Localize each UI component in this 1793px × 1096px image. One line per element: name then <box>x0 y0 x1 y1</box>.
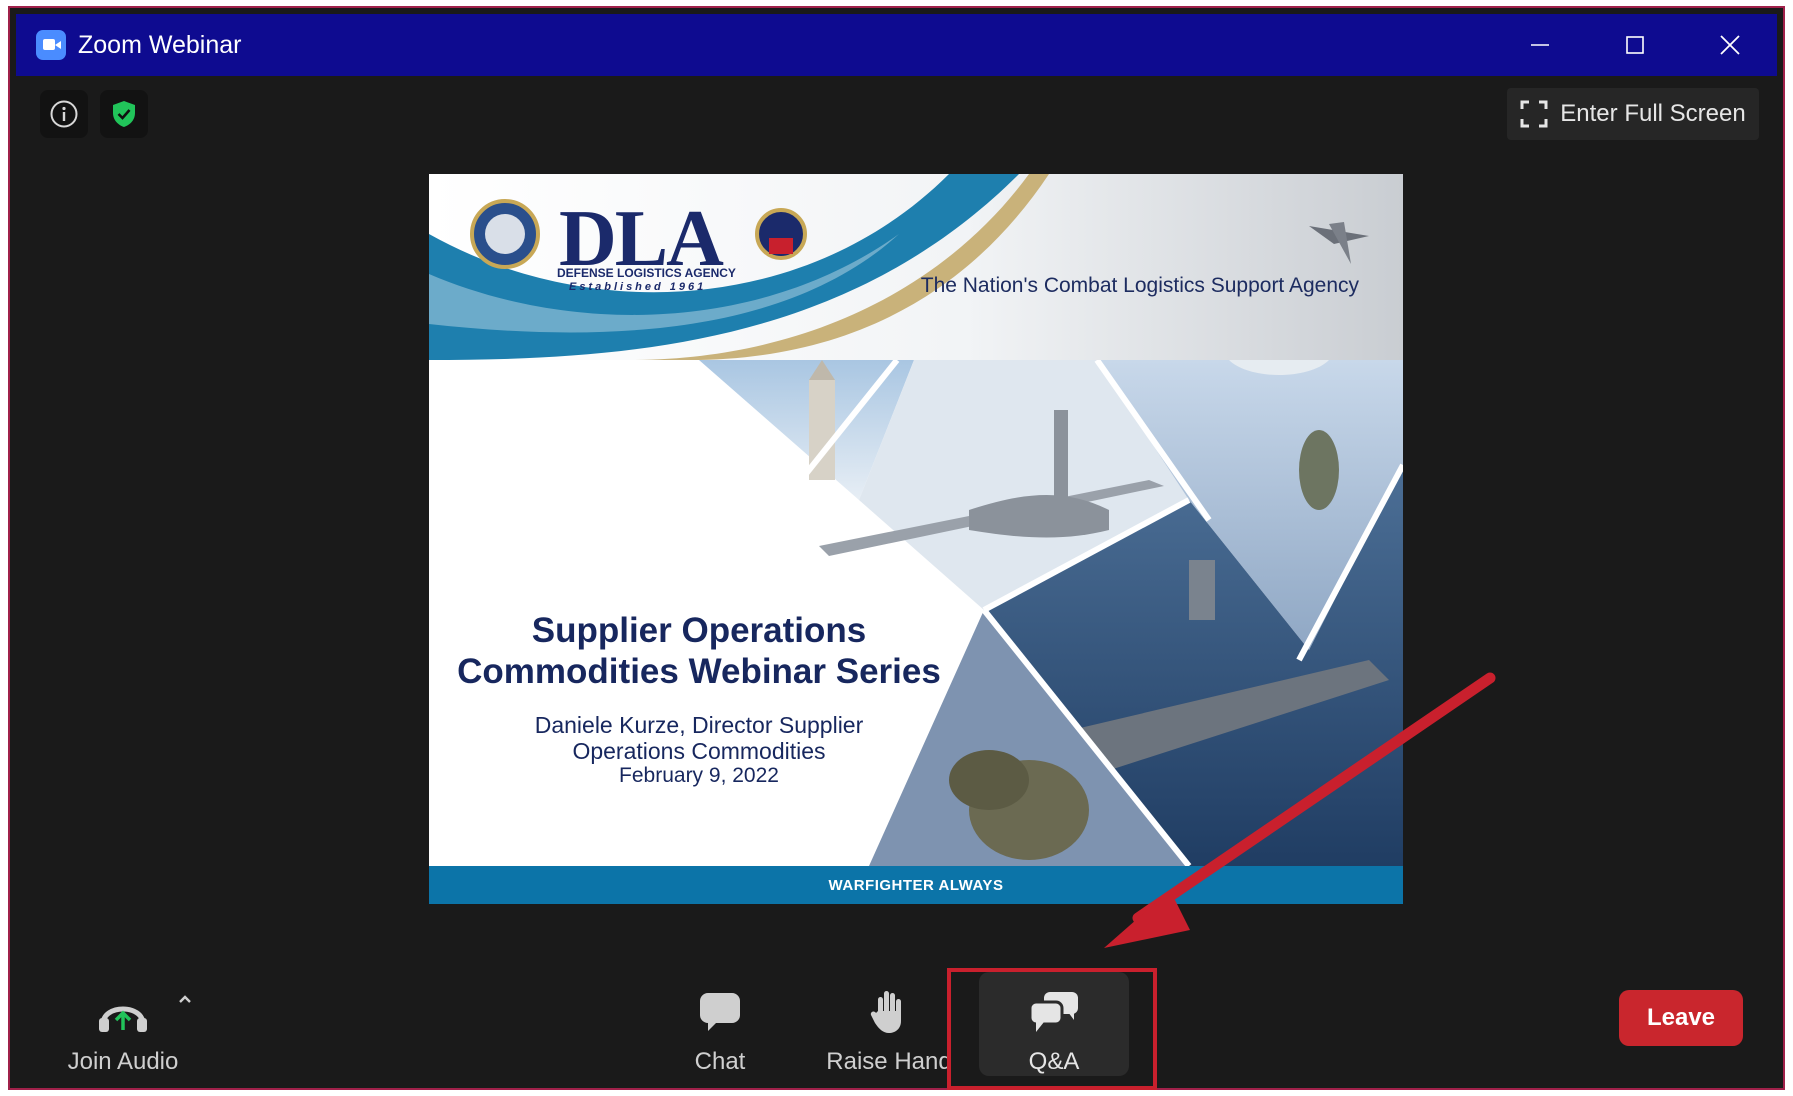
raise-hand-label: Raise Hand <box>826 1048 952 1075</box>
slide-presenter-line2: Operations Commodities <box>572 738 826 764</box>
raise-hand-icon <box>870 991 901 1033</box>
minimize-icon <box>1530 44 1549 46</box>
audio-options-chevron[interactable] <box>174 988 196 1010</box>
shared-slide: DLA DEFENSE LOGISTICS AGENCY Established… <box>429 174 1403 904</box>
close-icon <box>1719 35 1740 55</box>
headphones-icon <box>99 1006 147 1032</box>
meeting-toolbar: Join Audio Chat Raise Hand Q&A Leave <box>16 952 1777 1082</box>
meeting-status-icons <box>40 90 148 138</box>
chat-button[interactable]: Chat <box>645 972 795 1076</box>
dla-logo-established: Established 1961 <box>569 281 707 293</box>
fullscreen-label: Enter Full Screen <box>1560 100 1746 127</box>
encryption-button[interactable] <box>100 90 148 138</box>
close-button[interactable] <box>1682 14 1777 76</box>
slide-tagline: The Nation's Combat Logistics Support Ag… <box>920 274 1359 297</box>
chat-label: Chat <box>694 1048 746 1075</box>
slide-presenter-line1: Daniele Kurze, Director Supplier <box>534 712 864 738</box>
leave-button[interactable]: Leave <box>1619 990 1743 1046</box>
slide-title-line2: Commodities Webinar Series <box>457 652 941 691</box>
fullscreen-icon <box>1520 100 1548 128</box>
join-audio-label: Join Audio <box>67 1048 179 1075</box>
slide-date: February 9, 2022 <box>619 764 779 787</box>
window-controls <box>1492 14 1777 76</box>
enter-full-screen-button[interactable]: Enter Full Screen <box>1507 88 1759 140</box>
dla-logo-subtitle: DEFENSE LOGISTICS AGENCY <box>557 266 736 280</box>
chat-icon <box>700 993 740 1031</box>
zoom-window: Zoom Webinar Enter Full Screen DLA DEFEN… <box>8 6 1785 1090</box>
zoom-app-icon <box>36 30 66 60</box>
raise-hand-button[interactable]: Raise Hand <box>814 972 964 1076</box>
window-title: Zoom Webinar <box>78 30 242 59</box>
qa-highlight-box <box>947 968 1157 1090</box>
slide-presenter: Daniele Kurze, Director Supplier Operati… <box>429 712 969 764</box>
slide-title: Supplier Operations Commodities Webinar … <box>429 610 969 692</box>
info-icon <box>50 100 78 128</box>
slide-title-line1: Supplier Operations <box>531 611 867 650</box>
shield-check-icon <box>113 101 135 127</box>
title-bar: Zoom Webinar <box>16 14 1777 76</box>
meeting-info-button[interactable] <box>40 90 88 138</box>
meeting-stage: Enter Full Screen DLA DEFENSE LOGISTICS … <box>16 76 1777 1082</box>
chevron-up-icon <box>179 995 191 1003</box>
minimize-button[interactable] <box>1492 14 1587 76</box>
slide-footer: WARFIGHTER ALWAYS <box>429 866 1403 904</box>
maximize-icon <box>1625 36 1644 54</box>
maximize-button[interactable] <box>1587 14 1682 76</box>
